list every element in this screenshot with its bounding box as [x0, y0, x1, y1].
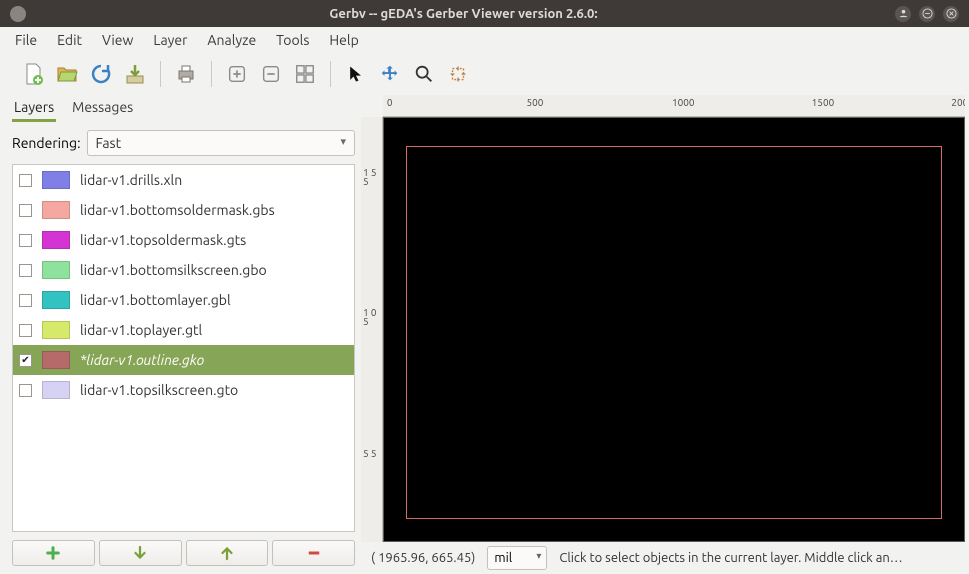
layer-row[interactable]: lidar-v1.bottomsoldermask.gbs: [13, 195, 354, 225]
layer-row[interactable]: lidar-v1.topsoldermask.gts: [13, 225, 354, 255]
layer-move-down-button[interactable]: [99, 540, 182, 566]
pan-tool-icon[interactable]: [375, 59, 405, 89]
layer-row[interactable]: lidar-v1.bottomlayer.gbl: [13, 285, 354, 315]
layer-visibility-checkbox[interactable]: [19, 204, 32, 217]
ruler-h-tick: 500: [527, 97, 544, 108]
canvas[interactable]: [383, 117, 965, 542]
print-icon[interactable]: [171, 59, 201, 89]
menu-view[interactable]: View: [93, 29, 142, 51]
sidebar: Layers Messages Rendering: Fast lidar-v1…: [0, 95, 361, 574]
pointer-tool-icon[interactable]: [341, 59, 371, 89]
layer-name: lidar-v1.bottomsoldermask.gbs: [80, 202, 275, 218]
unit-select[interactable]: mil: [487, 546, 547, 570]
ruler-h-tick: 1500: [812, 97, 835, 108]
tab-layers[interactable]: Layers: [12, 97, 56, 122]
statusbar: ( 1965.96, 665.45) mil Click to select o…: [361, 542, 965, 574]
app-menu-icon: [10, 6, 26, 22]
layer-color-swatch[interactable]: [42, 261, 70, 279]
layer-row[interactable]: lidar-v1.topsilkscreen.gto: [13, 375, 354, 405]
new-file-icon[interactable]: [18, 59, 48, 89]
tab-messages[interactable]: Messages: [70, 97, 135, 122]
layer-color-swatch[interactable]: [42, 351, 70, 369]
window-title: Gerbv -- gEDA's Gerber Viewer version 2.…: [32, 7, 895, 21]
menu-analyze[interactable]: Analyze: [198, 29, 265, 51]
layer-color-swatch[interactable]: [42, 171, 70, 189]
status-hint: Click to select objects in the current l…: [559, 551, 955, 565]
layer-remove-button[interactable]: [272, 540, 355, 566]
ruler-horizontal: 0 500 1000 1500 2000: [383, 95, 965, 117]
layer-visibility-checkbox[interactable]: ✔: [19, 354, 32, 367]
menu-tools[interactable]: Tools: [267, 29, 318, 51]
layer-add-button[interactable]: [12, 540, 95, 566]
layer-row[interactable]: lidar-v1.drills.xln: [13, 165, 354, 195]
layer-name: lidar-v1.bottomlayer.gbl: [80, 292, 231, 308]
layer-visibility-checkbox[interactable]: [19, 234, 32, 247]
ruler-h-tick: 2000: [951, 97, 965, 108]
layer-move-up-button[interactable]: [186, 540, 269, 566]
layer-color-swatch[interactable]: [42, 201, 70, 219]
layer-name: lidar-v1.toplayer.gtl: [80, 322, 202, 338]
ruler-v-tick: 1 5 5: [363, 168, 382, 186]
open-folder-icon[interactable]: [52, 59, 82, 89]
layer-row[interactable]: ✔ *lidar-v1.outline.gko: [13, 345, 354, 375]
layer-name: lidar-v1.topsilkscreen.gto: [80, 382, 238, 398]
layer-list[interactable]: lidar-v1.drills.xln lidar-v1.bottomsolder…: [12, 164, 355, 532]
rendering-label: Rendering:: [12, 135, 81, 151]
ruler-h-tick: 0: [387, 97, 393, 108]
ruler-h-tick: 1000: [672, 97, 695, 108]
outline-rect: [406, 146, 942, 519]
menu-file[interactable]: File: [6, 29, 46, 51]
toolbar-separator: [160, 61, 161, 87]
menubar: File Edit View Layer Analyze Tools Help: [0, 27, 969, 53]
toolbar: [0, 53, 969, 95]
layer-visibility-checkbox[interactable]: [19, 384, 32, 397]
toolbar-separator: [211, 61, 212, 87]
layer-row[interactable]: lidar-v1.bottomsilkscreen.gbo: [13, 255, 354, 285]
measure-tool-icon[interactable]: [443, 59, 473, 89]
status-coords: ( 1965.96, 665.45): [371, 551, 475, 565]
zoom-in-icon[interactable]: [222, 59, 252, 89]
layer-name: lidar-v1.topsoldermask.gts: [80, 232, 246, 248]
zoom-out-icon[interactable]: [256, 59, 286, 89]
ruler-corner: [361, 95, 383, 117]
sidebar-tabs: Layers Messages: [6, 95, 361, 122]
menu-edit[interactable]: Edit: [48, 29, 91, 51]
menu-layer[interactable]: Layer: [144, 29, 196, 51]
rendering-select[interactable]: Fast: [87, 130, 355, 156]
layer-name: lidar-v1.drills.xln: [80, 172, 182, 188]
close-icon[interactable]: [943, 6, 959, 22]
layer-visibility-checkbox[interactable]: [19, 174, 32, 187]
menu-help[interactable]: Help: [320, 29, 367, 51]
layer-name: lidar-v1.bottomsilkscreen.gbo: [80, 262, 267, 278]
user-icon[interactable]: [895, 6, 911, 22]
layer-color-swatch[interactable]: [42, 231, 70, 249]
zoom-fit-icon[interactable]: [290, 59, 320, 89]
ruler-vertical: 1 5 5 1 0 5 5 5: [361, 117, 383, 542]
ruler-v-tick: 1 0 5: [363, 308, 382, 326]
minimize-icon[interactable]: [919, 6, 935, 22]
toolbar-separator: [330, 61, 331, 87]
layer-visibility-checkbox[interactable]: [19, 324, 32, 337]
layer-name: *lidar-v1.outline.gko: [80, 352, 204, 368]
layer-visibility-checkbox[interactable]: [19, 294, 32, 307]
layer-color-swatch[interactable]: [42, 321, 70, 339]
layer-visibility-checkbox[interactable]: [19, 264, 32, 277]
layer-color-swatch[interactable]: [42, 381, 70, 399]
canvas-area: 0 500 1000 1500 2000 1 5 5 1 0 5 5 5 ( 1965.96…: [361, 95, 969, 574]
ruler-v-tick: 5 5: [363, 449, 377, 458]
save-icon[interactable]: [120, 59, 150, 89]
layer-color-swatch[interactable]: [42, 291, 70, 309]
reload-icon[interactable]: [86, 59, 116, 89]
layer-row[interactable]: lidar-v1.toplayer.gtl: [13, 315, 354, 345]
titlebar: Gerbv -- gEDA's Gerber Viewer version 2.…: [0, 0, 969, 27]
zoom-tool-icon[interactable]: [409, 59, 439, 89]
